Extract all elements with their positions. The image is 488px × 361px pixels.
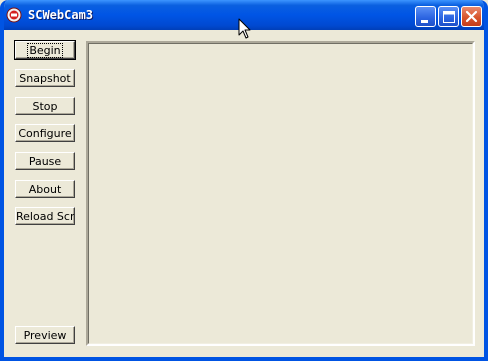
snapshot-button[interactable]: Snapshot xyxy=(15,69,75,87)
begin-button-label: Begin xyxy=(27,42,63,58)
begin-button[interactable]: Begin xyxy=(14,40,76,60)
pause-button-label: Pause xyxy=(28,154,62,168)
pause-button[interactable]: Pause xyxy=(15,152,75,170)
window-title: SCWebCam3 xyxy=(28,8,94,22)
webcam-app-icon xyxy=(6,7,22,23)
snapshot-button-label: Snapshot xyxy=(19,71,71,85)
video-preview-panel xyxy=(86,41,475,346)
minimize-icon xyxy=(421,20,428,23)
close-icon xyxy=(465,10,478,23)
client-area: Begin Snapshot Stop Configure Pause Abou… xyxy=(4,30,484,357)
close-button[interactable] xyxy=(461,6,482,27)
preview-button[interactable]: Preview xyxy=(15,326,75,344)
about-button[interactable]: About xyxy=(15,180,75,198)
configure-button-label: Configure xyxy=(18,126,72,140)
configure-button[interactable]: Configure xyxy=(15,124,75,142)
reload-script-button[interactable]: Reload Scr xyxy=(15,207,75,225)
maximize-icon xyxy=(443,11,455,23)
mouse-pointer-icon xyxy=(238,18,251,39)
app-window: SCWebCam3 Begin Snapshot Stop Configure … xyxy=(0,0,488,361)
stop-button[interactable]: Stop xyxy=(15,97,75,115)
about-button-label: About xyxy=(28,182,62,196)
maximize-button[interactable] xyxy=(438,6,459,27)
reload-script-button-label: Reload Scr xyxy=(16,209,75,223)
stop-button-label: Stop xyxy=(32,99,58,113)
preview-button-label: Preview xyxy=(23,328,67,342)
minimize-button[interactable] xyxy=(415,6,436,27)
